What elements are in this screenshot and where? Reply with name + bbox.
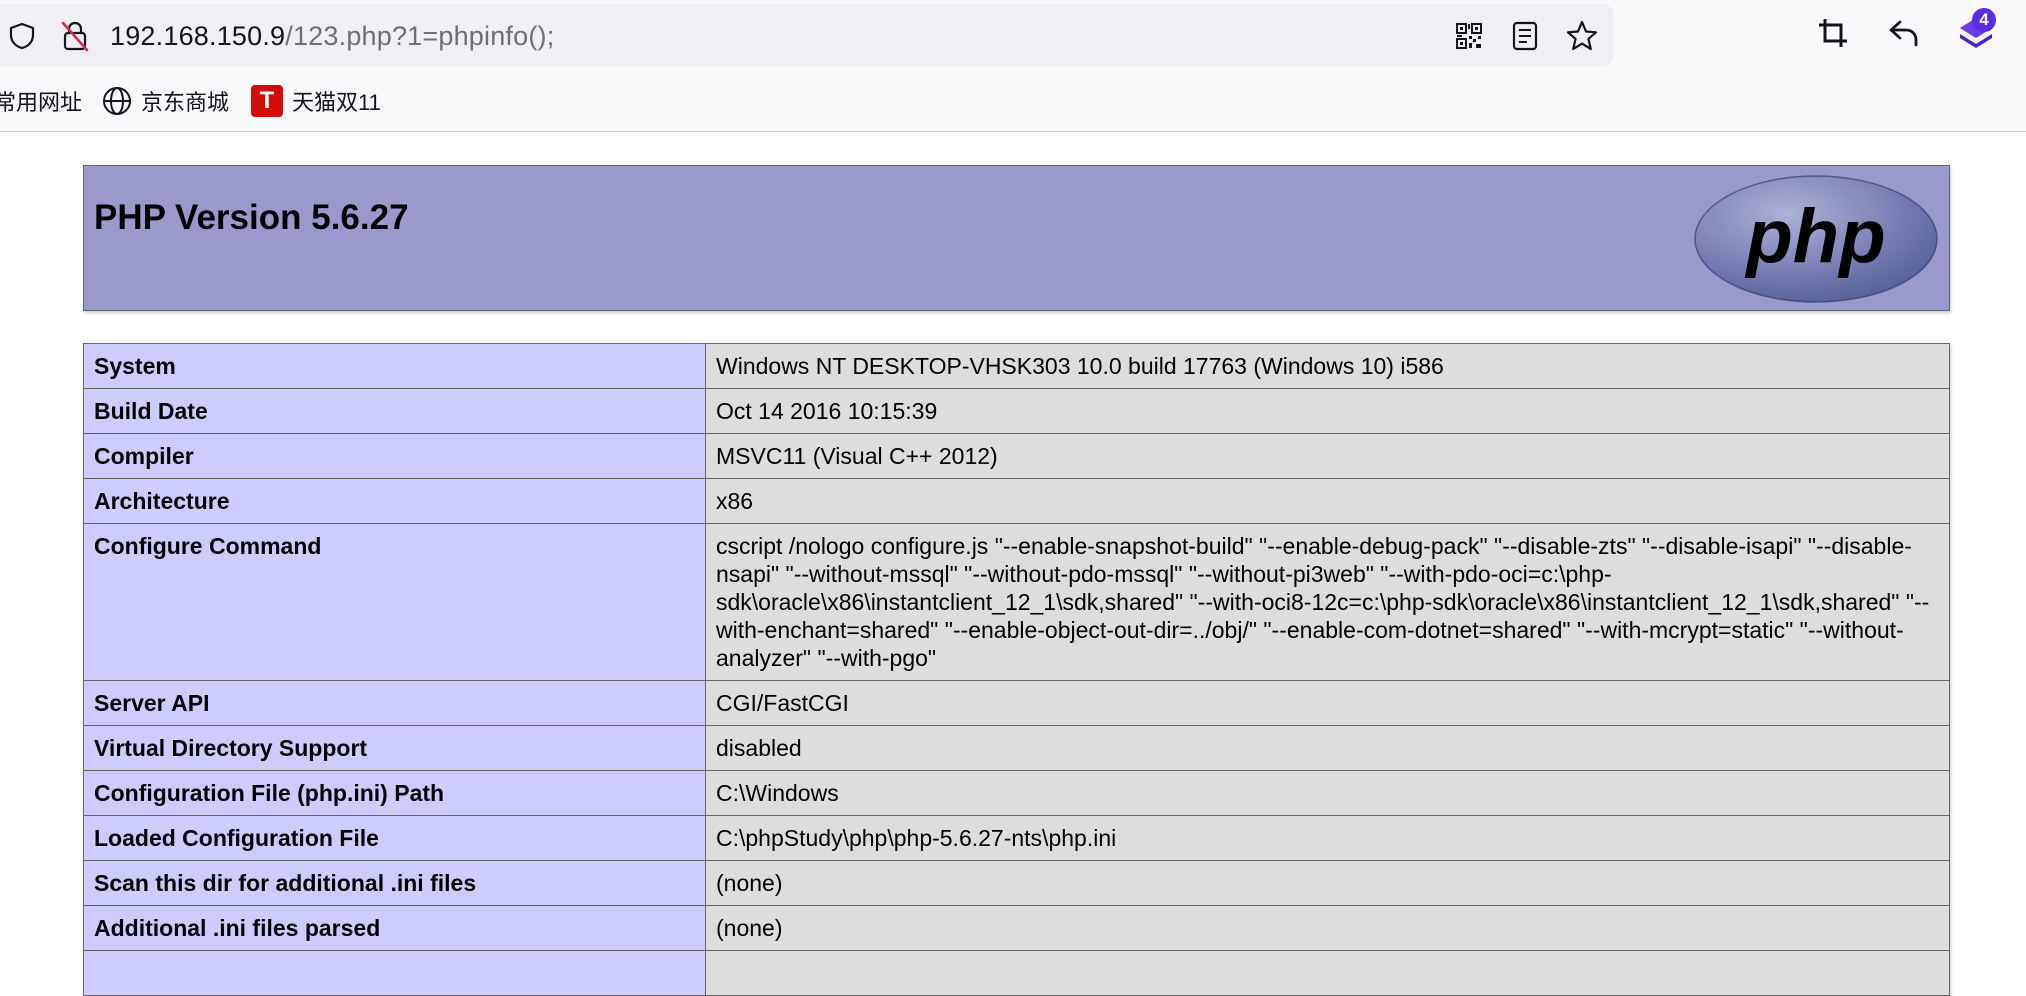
info-key-cell: Build Date — [83, 388, 706, 434]
info-key-cell: Compiler — [83, 433, 706, 479]
info-value-cell: cscript /nologo configure.js "--enable-s… — [705, 523, 1950, 681]
insecure-lock-icon[interactable] — [60, 20, 90, 52]
bookmark-label: 京东商城 — [141, 90, 230, 115]
table-row: Configure Command cscript /nologo configu… — [83, 523, 1950, 681]
info-key-cell — [83, 950, 706, 996]
info-key-cell: Architecture — [83, 478, 706, 524]
php-info-table: System Windows NT DESKTOP-VHSK303 10.0 bu… — [83, 343, 1950, 996]
screenshot-crop-icon[interactable] — [1817, 17, 1849, 49]
table-row: Architecture x86 — [83, 478, 1950, 524]
info-value-cell: C:\Windows — [705, 770, 1950, 816]
info-value-cell: disabled — [705, 725, 1950, 771]
reader-view-icon[interactable] — [1510, 20, 1540, 52]
bookmark-item[interactable]: 常用网址 — [0, 84, 82, 118]
info-key-cell: Server API — [83, 680, 706, 726]
tmall-icon: T — [251, 85, 283, 117]
info-value-cell: MSVC11 (Visual C++ 2012) — [705, 433, 1950, 479]
info-value-cell: C:\phpStudy\php\php-5.6.27-nts\php.ini — [705, 815, 1950, 861]
table-row: Loaded Configuration File C:\phpStudy\php… — [83, 815, 1950, 861]
table-row: Additional .ini files parsed (none) — [83, 905, 1950, 951]
table-row: System Windows NT DESKTOP-VHSK303 10.0 bu… — [83, 343, 1950, 389]
info-key-cell: Scan this dir for additional .ini files — [83, 860, 706, 906]
info-value-cell — [705, 950, 1950, 996]
table-row — [83, 950, 1950, 996]
browser-toolbar: 192.168.150.9/123.php?1=phpinfo(); 4 — [0, 0, 2026, 70]
info-value-cell: (none) — [705, 860, 1950, 906]
info-key-cell: Configure Command — [83, 523, 706, 681]
url-path: /123.php?1=phpinfo(); — [285, 21, 555, 51]
table-row: Configuration File (php.ini) Path C:\Wind… — [83, 770, 1950, 816]
php-logo-text: php — [1744, 194, 1885, 279]
shield-icon[interactable] — [8, 22, 36, 50]
extension-badge: 4 — [1972, 8, 1996, 32]
bookmark-star-icon[interactable] — [1565, 19, 1599, 53]
info-key-cell: Configuration File (php.ini) Path — [83, 770, 706, 816]
page-content: PHP Version 5.6.27 php System Windows NT … — [83, 165, 1950, 996]
bookmarks-bar: 常用网址 京东商城 T 天猫双11 — [0, 70, 2026, 132]
table-row: Server API CGI/FastCGI — [83, 680, 1950, 726]
bookmark-item[interactable]: T 天猫双11 — [251, 84, 381, 118]
page-title: PHP Version 5.6.27 — [94, 198, 409, 237]
info-key-cell: System — [83, 343, 706, 389]
info-key-cell: Loaded Configuration File — [83, 815, 706, 861]
bookmark-item[interactable]: 京东商城 — [101, 84, 229, 118]
table-row: Virtual Directory Support disabled — [83, 725, 1950, 771]
bookmark-label: 常用网址 — [0, 90, 83, 115]
url-text[interactable]: 192.168.150.9/123.php?1=phpinfo(); — [110, 20, 554, 52]
bookmark-label: 天猫双11 — [292, 90, 381, 115]
php-logo[interactable]: php — [1693, 174, 1939, 304]
info-value-cell: x86 — [705, 478, 1950, 524]
php-version-header: PHP Version 5.6.27 php — [83, 165, 1950, 311]
table-row: Build Date Oct 14 2016 10:15:39 — [83, 388, 1950, 434]
info-value-cell: CGI/FastCGI — [705, 680, 1950, 726]
url-host: 192.168.150.9 — [110, 21, 286, 51]
qr-code-icon[interactable] — [1455, 22, 1483, 50]
table-row: Compiler MSVC11 (Visual C++ 2012) — [83, 433, 1950, 479]
address-bar[interactable]: 192.168.150.9/123.php?1=phpinfo(); — [0, 4, 1613, 66]
globe-icon — [103, 87, 131, 115]
info-value-cell: (none) — [705, 905, 1950, 951]
table-row: Scan this dir for additional .ini files(… — [83, 860, 1950, 906]
back-arrow-icon[interactable] — [1888, 18, 1920, 48]
info-value-cell: Oct 14 2016 10:15:39 — [705, 388, 1950, 434]
info-key-cell: Virtual Directory Support — [83, 725, 706, 771]
info-value-cell: Windows NT DESKTOP-VHSK303 10.0 build 17… — [705, 343, 1950, 389]
info-key-cell: Additional .ini files parsed — [83, 905, 706, 951]
